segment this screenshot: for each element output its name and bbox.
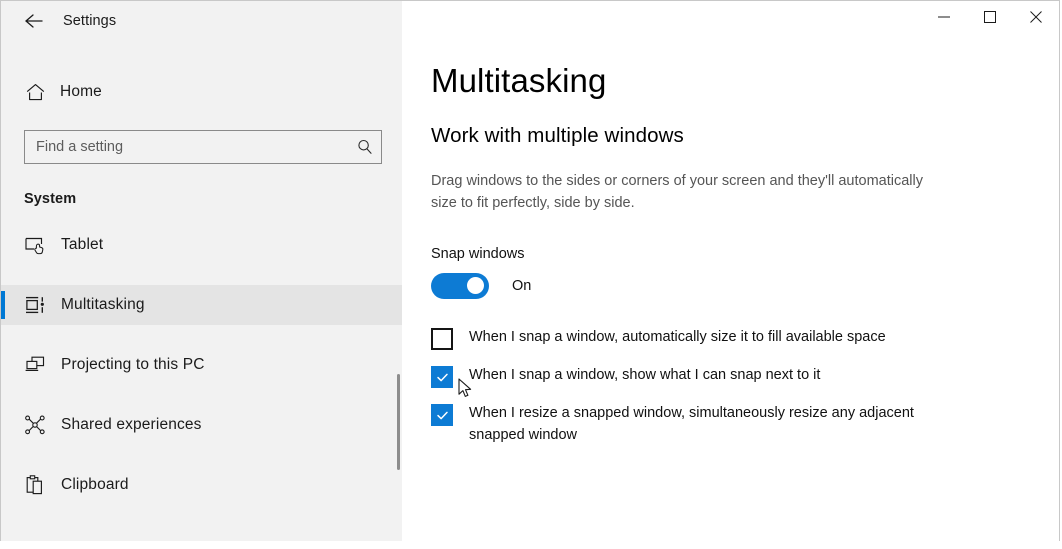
selection-indicator xyxy=(1,291,5,319)
close-icon xyxy=(1029,10,1043,24)
checkmark-icon xyxy=(436,373,448,382)
sidebar-item-projecting-to-this-pc[interactable]: Projecting to this PC xyxy=(1,345,402,385)
back-button[interactable] xyxy=(12,5,56,37)
maximize-button[interactable] xyxy=(967,1,1013,33)
snap-windows-toggle[interactable] xyxy=(431,273,489,300)
shared-experiences-icon xyxy=(23,413,47,437)
back-arrow-icon xyxy=(23,12,45,30)
close-button[interactable] xyxy=(1013,1,1059,33)
projecting-icon xyxy=(23,353,47,377)
title-bar: Settings xyxy=(1,1,1059,41)
search-input[interactable] xyxy=(25,131,349,163)
checkbox-fill-available-space[interactable] xyxy=(431,328,453,351)
sidebar: Home System xyxy=(1,1,402,541)
home-label: Home xyxy=(60,83,102,100)
maximize-icon xyxy=(983,10,997,24)
sidebar-item-home[interactable]: Home xyxy=(1,72,402,112)
sidebar-scrollbar-thumb[interactable] xyxy=(397,374,400,470)
section-description: Drag windows to the sides or corners of … xyxy=(431,173,923,212)
checkmark-icon xyxy=(436,411,448,420)
checkbox-row-fill-available-space[interactable]: When I snap a window, automatically size… xyxy=(431,327,1059,351)
main-content: Multitasking Work with multiple windows … xyxy=(403,1,1059,541)
section-title: Work with multiple windows xyxy=(431,124,684,148)
checkbox-show-snap-suggestions[interactable] xyxy=(431,366,453,389)
multitasking-icon xyxy=(23,293,47,317)
sidebar-nav-list: Tablet Multitasking Projecting to this P… xyxy=(1,225,402,505)
checkbox-row-simultaneous-resize[interactable]: When I resize a snapped window, simultan… xyxy=(431,403,1059,446)
checkbox-label: When I snap a window, automatically size… xyxy=(469,329,886,346)
snap-windows-toggle-row: On xyxy=(431,273,1059,300)
app-title: Settings xyxy=(63,13,117,29)
checkbox-simultaneous-resize[interactable] xyxy=(431,404,453,427)
sidebar-item-shared-experiences[interactable]: Shared experiences xyxy=(1,405,402,445)
snap-options-list: When I snap a window, automatically size… xyxy=(431,327,1059,446)
toggle-knob xyxy=(467,277,484,295)
sidebar-group-heading: System xyxy=(24,191,77,207)
checkbox-row-show-snap-suggestions[interactable]: When I snap a window, show what I can sn… xyxy=(431,365,1059,389)
snap-windows-label: Snap windows xyxy=(431,246,525,263)
window-controls xyxy=(402,1,1059,41)
snap-windows-toggle-state: On xyxy=(512,278,532,295)
checkbox-label: When I resize a snapped window, simultan… xyxy=(469,405,914,443)
title-bar-left: Settings xyxy=(1,1,402,41)
sidebar-item-label: Projecting to this PC xyxy=(61,356,205,373)
main-inner: Multitasking Work with multiple windows … xyxy=(403,1,1059,446)
page-title: Multitasking xyxy=(431,62,607,99)
home-icon xyxy=(23,82,47,103)
minimize-icon xyxy=(937,10,951,24)
sidebar-item-tablet[interactable]: Tablet xyxy=(1,225,402,265)
search-icon[interactable] xyxy=(349,138,381,156)
sidebar-item-label: Multitasking xyxy=(61,296,145,313)
sidebar-item-label: Tablet xyxy=(61,236,104,253)
sidebar-item-label: Clipboard xyxy=(61,476,129,493)
clipboard-icon xyxy=(23,473,47,497)
settings-window: Settings Home Find a setting System Tabl… xyxy=(0,0,1060,541)
checkbox-label: When I snap a window, show what I can sn… xyxy=(469,367,821,384)
sidebar-item-clipboard[interactable]: Clipboard xyxy=(1,465,402,505)
sidebar-content: Home System xyxy=(1,41,402,541)
search-box[interactable] xyxy=(24,130,382,164)
tablet-icon xyxy=(23,233,47,257)
minimize-button[interactable] xyxy=(921,1,967,33)
sidebar-item-label: Shared experiences xyxy=(61,416,202,433)
sidebar-item-multitasking[interactable]: Multitasking xyxy=(1,285,402,325)
